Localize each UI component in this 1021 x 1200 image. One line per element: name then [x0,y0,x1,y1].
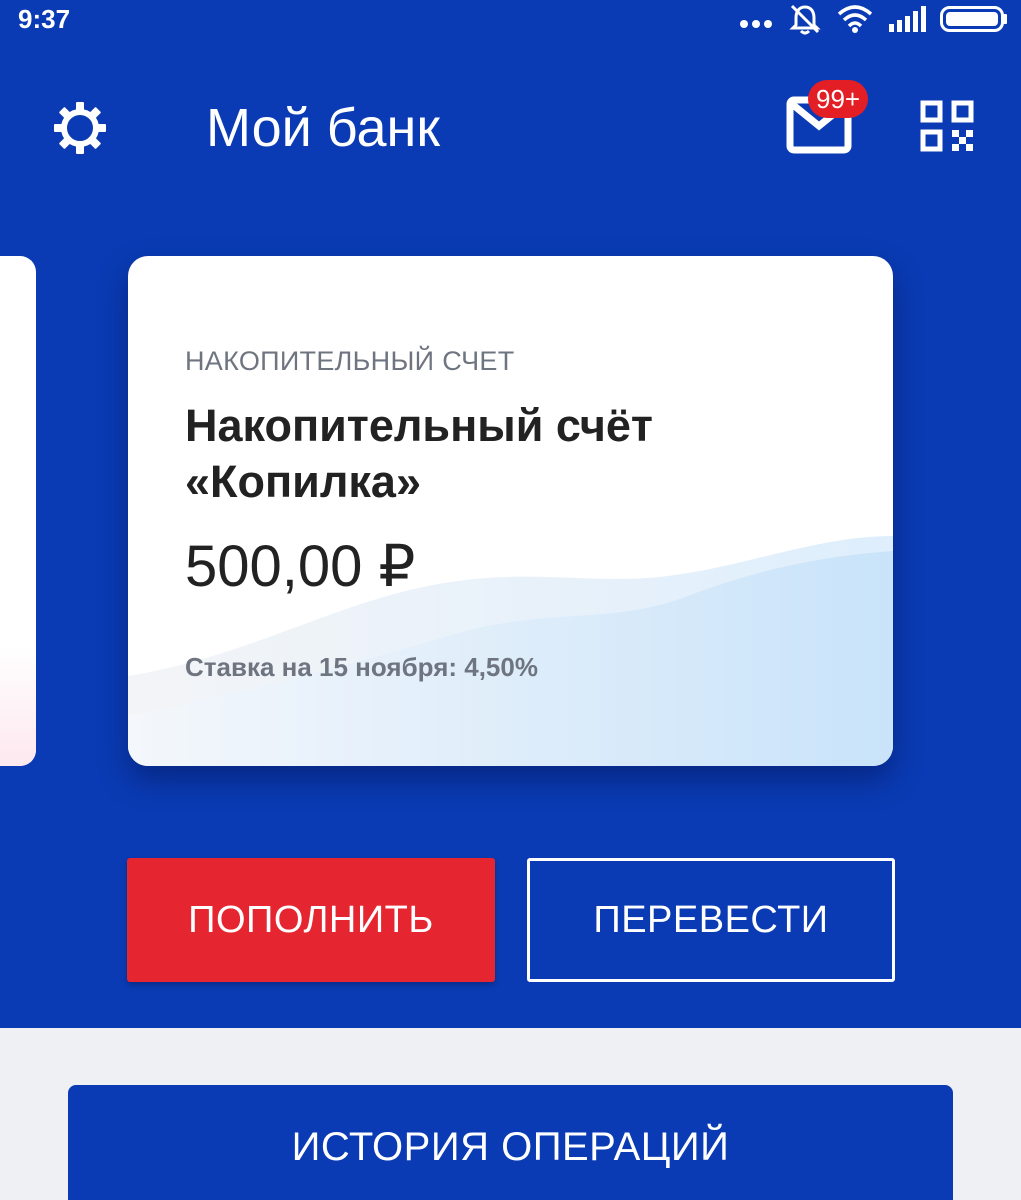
transfer-button[interactable]: ПЕРЕВЕСТИ [527,858,895,982]
interest-rate: Ставка на 15 ноября: 4,50% [185,652,538,682]
battery-icon [940,6,1007,32]
history-label: ИСТОРИЯ ОПЕРАЦИЙ [291,1125,730,1169]
history-button[interactable]: ИСТОРИЯ ОПЕРАЦИЙ [68,1085,953,1200]
account-card[interactable]: НАКОПИТЕЛЬНЫЙ СЧЕТ Накопительный счёт «К… [128,256,893,766]
notification-badge: 99+ [808,80,869,118]
previous-card[interactable] [0,256,36,766]
topup-button[interactable]: ПОПОЛНИТЬ [127,858,495,982]
account-type-label: НАКОПИТЕЛЬНЫЙ СЧЕТ [185,346,515,376]
status-time: 9:37 [18,4,71,34]
qr-code-icon[interactable] [920,100,974,152]
bell-muted-icon [789,4,821,35]
signal-icon [889,6,926,32]
card-wave-decoration [128,536,893,766]
status-bar: 9:37 [0,0,1021,40]
page-title: Мой банк [206,98,440,158]
wifi-icon [837,5,873,33]
more-dots-icon [740,20,772,28]
account-balance: 500,00 ₽ [185,534,416,599]
gear-icon[interactable] [52,100,108,156]
account-name: Накопительный счёт «Копилка» [185,400,653,507]
